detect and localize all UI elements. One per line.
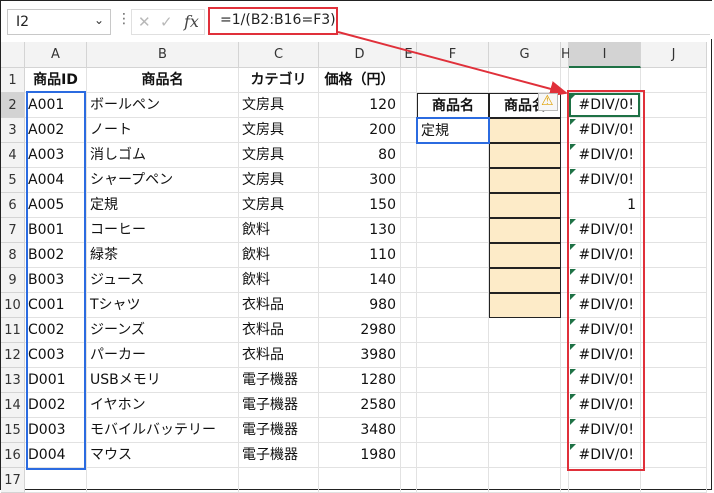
annotation-arrow xyxy=(337,31,568,97)
warning-icon[interactable]: ⚠ xyxy=(538,93,558,111)
